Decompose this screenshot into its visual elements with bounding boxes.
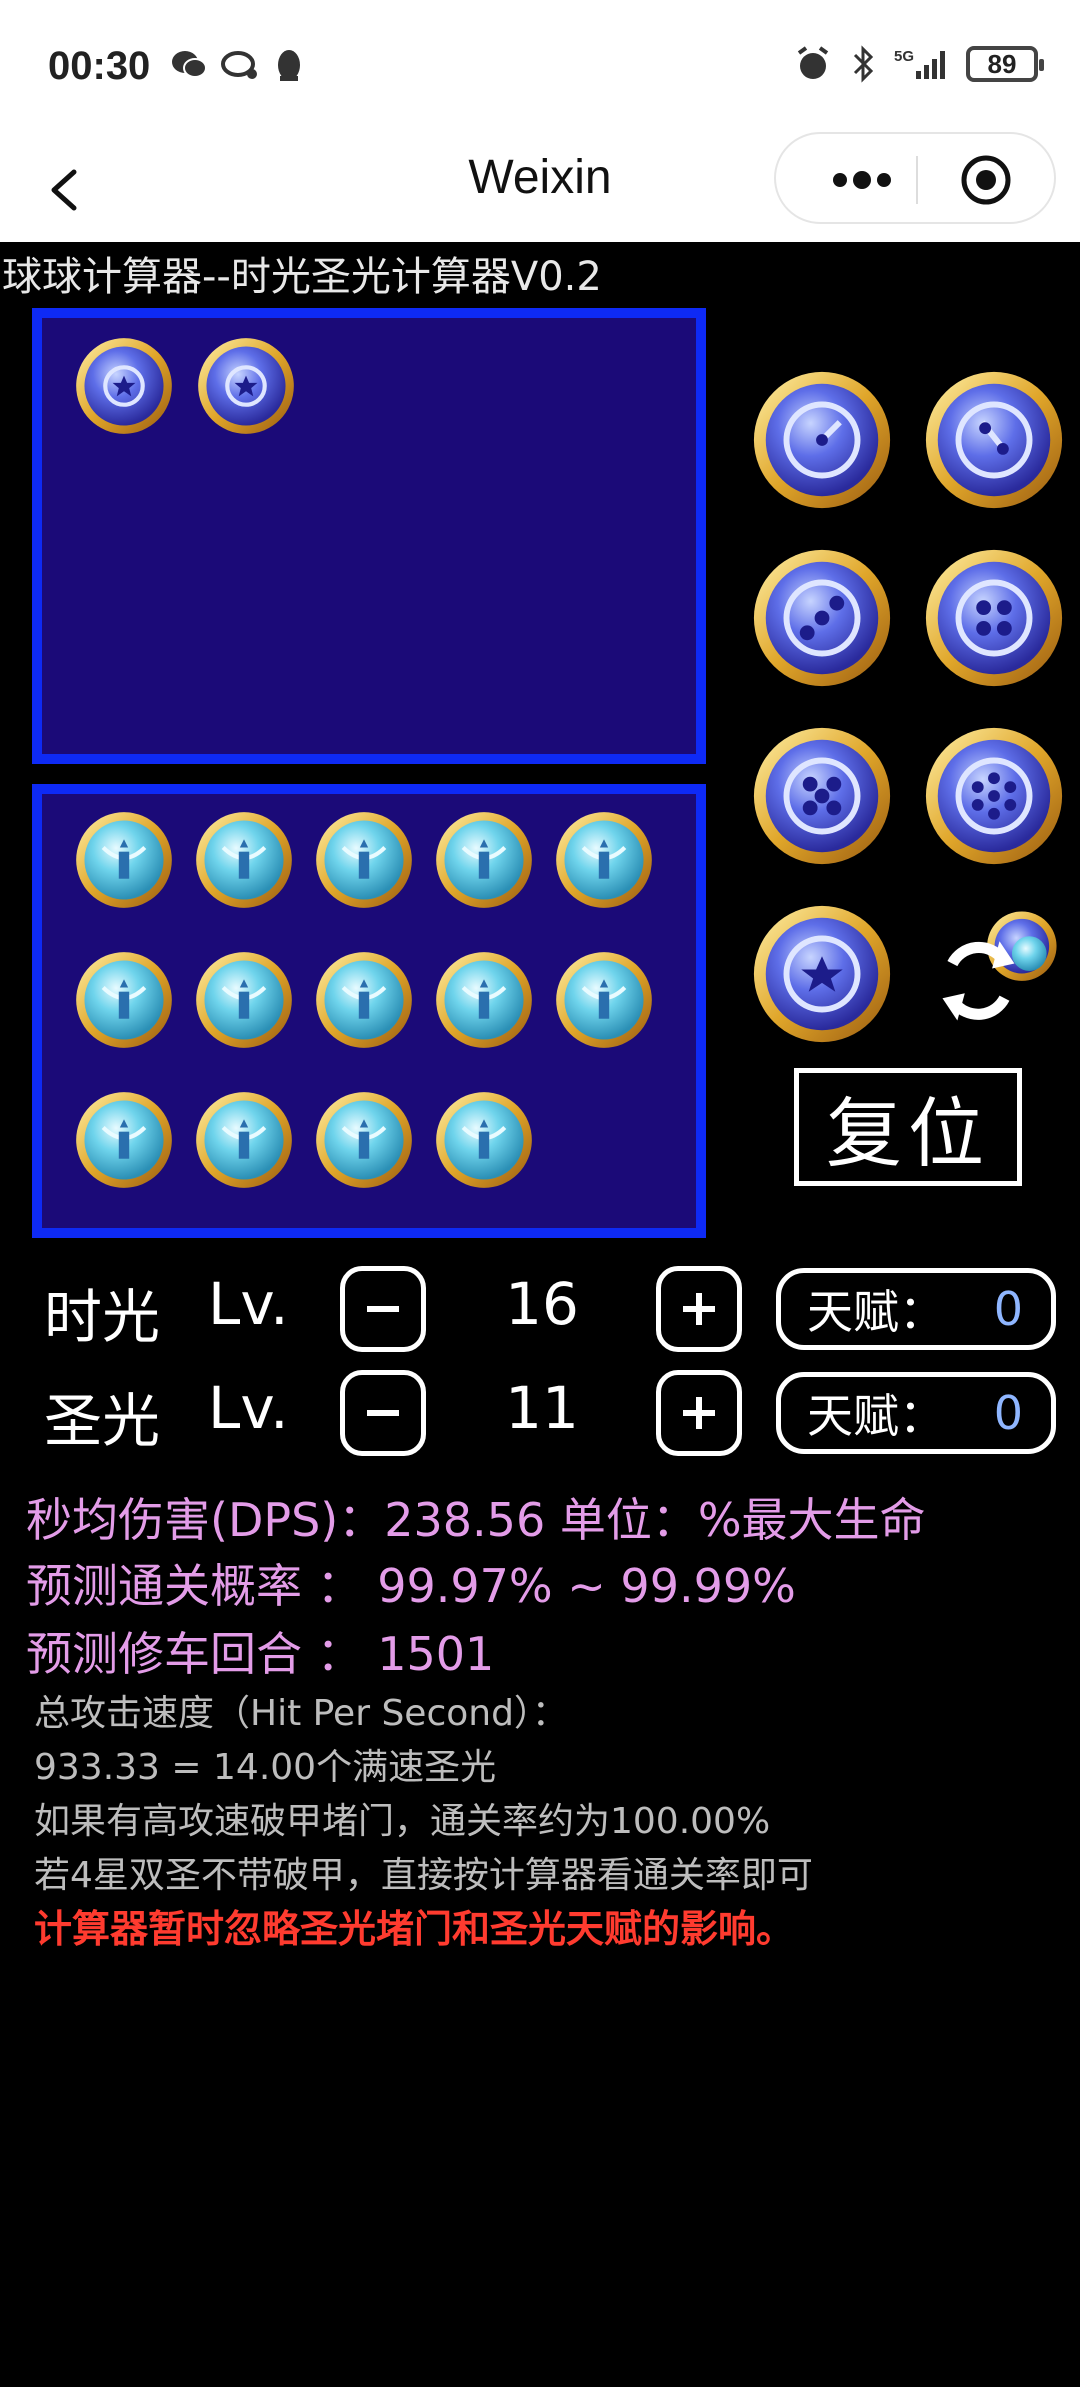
time-orb-4-icon (925, 549, 1063, 687)
holy-light-orb-icon (556, 952, 652, 1048)
close-miniprogram-button[interactable] (960, 154, 1012, 206)
time-orb-7-icon (925, 727, 1063, 865)
plus-icon (683, 1293, 715, 1325)
time-name-label: 时光 (44, 1283, 161, 1351)
holy-increase-button[interactable] (656, 1370, 742, 1456)
more-button[interactable] (816, 162, 906, 198)
holy-light-orb-icon (76, 952, 172, 1048)
holy-light-orb-icon (436, 1092, 532, 1188)
holy-light-orb-icon (316, 1092, 412, 1188)
holy-light-orb-icon (196, 1092, 292, 1188)
chat-bubble-icon (220, 48, 258, 82)
holy-lv-label: Lv. (208, 1374, 289, 1442)
time-orb-star-slot[interactable] (194, 334, 298, 438)
time-lv-label: Lv. (208, 1270, 289, 1338)
holy-light-orb[interactable] (192, 808, 296, 912)
time-talent-value: 0 (993, 1282, 1023, 1336)
time-orb-2-button[interactable] (920, 366, 1068, 514)
minus-icon (367, 1410, 399, 1416)
time-orb-3-button[interactable] (748, 544, 896, 692)
time-orb-7-button[interactable] (920, 722, 1068, 870)
holy-light-orb[interactable] (312, 948, 416, 1052)
time-orb-star-icon (76, 338, 172, 434)
status-bar: 00:30 5G 89 (0, 0, 1080, 140)
holy-light-orb-icon (436, 952, 532, 1048)
holy-light-orb[interactable] (432, 948, 536, 1052)
clear-rate-stat: 预测通关概率 ： 99.97% ~ 99.99% (26, 1559, 796, 1613)
four-star-note: 若4星双圣不带破甲，直接按计算器看通关率即可 (34, 1855, 813, 1896)
holy-light-orb-icon (316, 812, 412, 908)
holy-light-orb[interactable] (552, 948, 656, 1052)
holy-light-orb-icon (76, 812, 172, 908)
holy-light-orb-icon (316, 952, 412, 1048)
time-orb-5-icon (753, 727, 891, 865)
time-decrease-button[interactable] (340, 1266, 426, 1352)
holy-light-orb[interactable] (312, 1088, 416, 1192)
holy-light-orb[interactable] (192, 1088, 296, 1192)
holy-talent-value: 0 (993, 1386, 1023, 1440)
target-circle-icon (961, 155, 1011, 205)
swap-refresh-icon (942, 911, 1057, 1021)
plus-icon (683, 1397, 715, 1429)
time-orb-3-icon (753, 549, 891, 687)
attack-speed-value: 933.33 = 14.00个满速圣光 (34, 1747, 497, 1788)
qq-penguin-icon (270, 48, 308, 82)
holy-light-orb-icon (196, 952, 292, 1048)
svg-text:5G: 5G (894, 48, 914, 65)
holy-light-orb[interactable] (432, 1088, 536, 1192)
holy-name-label: 圣光 (44, 1387, 161, 1455)
capsule-divider (916, 156, 918, 204)
battery-indicator: 89 (966, 46, 1044, 82)
signal-5g-icon: 5G (894, 47, 954, 81)
holy-light-orb[interactable] (552, 808, 656, 912)
holy-light-orb-icon (196, 812, 292, 908)
bluetooth-icon (844, 45, 882, 83)
time-orb-5-button[interactable] (748, 722, 896, 870)
time-increase-button[interactable] (656, 1266, 742, 1352)
holy-light-orb[interactable] (72, 948, 176, 1052)
time-orb-star-icon (198, 338, 294, 434)
reset-button[interactable]: 复位 (794, 1068, 1022, 1186)
wechat-icon (170, 48, 208, 82)
holy-light-orb-icon (436, 812, 532, 908)
repair-round-stat: 预测修车回合 ： 1501 (26, 1627, 495, 1681)
holy-light-orb[interactable] (72, 808, 176, 912)
holy-light-orb[interactable] (312, 808, 416, 912)
time-orb-1-icon (753, 371, 891, 509)
armor-break-note: 如果有高攻速破甲堵门，通关率约为100.00% (34, 1801, 771, 1842)
holy-talent-label: 天赋： (807, 1389, 945, 1443)
minus-icon (367, 1306, 399, 1312)
holy-light-orb-icon (556, 812, 652, 908)
holy-light-orb[interactable] (192, 948, 296, 1052)
status-indicators: 5G 89 (794, 45, 1044, 83)
time-talent-label: 天赋： (807, 1285, 945, 1339)
time-orb-star-button[interactable] (748, 900, 896, 1048)
app-title: 球球计算器--时光圣光计算器V0.2 (2, 254, 602, 300)
notification-icons (170, 48, 308, 82)
holy-talent-field[interactable]: 天赋： 0 (776, 1372, 1056, 1454)
time-talent-field[interactable]: 天赋： 0 (776, 1268, 1056, 1350)
time-level-value: 16 (505, 1270, 579, 1338)
time-orb-star-icon (753, 905, 891, 1043)
holy-decrease-button[interactable] (340, 1370, 426, 1456)
status-time: 00:30 (48, 44, 151, 88)
time-orb-1-button[interactable] (748, 366, 896, 514)
time-orb-star-slot[interactable] (72, 334, 176, 438)
swap-orb-button[interactable] (940, 904, 1064, 1028)
holy-light-orb-icon (76, 1092, 172, 1188)
dps-stat: 秒均伤害(DPS)：238.56 单位：%最大生命 (26, 1493, 926, 1547)
mini-program-capsule (774, 132, 1056, 224)
more-dots-icon (833, 171, 891, 189)
time-orb-4-button[interactable] (920, 544, 1068, 692)
holy-level-value: 11 (505, 1374, 579, 1442)
alarm-icon (794, 46, 832, 81)
attack-speed-label: 总攻击速度（Hit Per Second）： (34, 1693, 568, 1734)
warning-note: 计算器暂时忽略圣光堵门和圣光天赋的影响。 (34, 1907, 795, 1951)
time-orb-2-icon (925, 371, 1063, 509)
holy-light-orb[interactable] (72, 1088, 176, 1192)
holy-light-orb[interactable] (432, 808, 536, 912)
